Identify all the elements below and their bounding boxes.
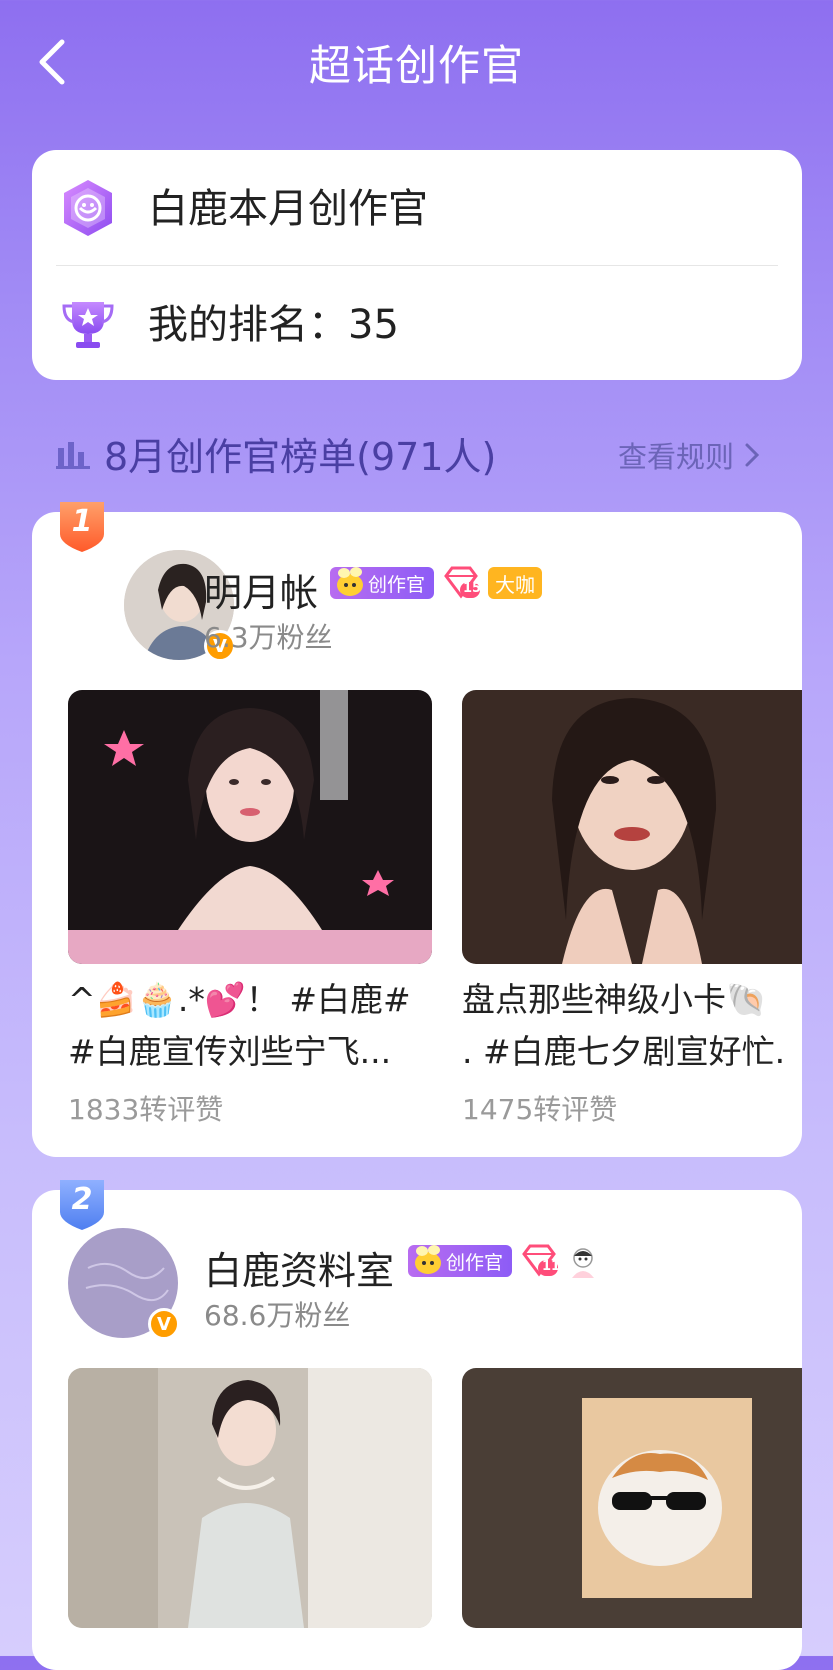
bee-creator-icon (337, 567, 363, 596)
ranking-card[interactable]: V 明月帐 创作官 15 大咖 6.3万粉丝 ^🍰🧁.*💕！ #白鹿# #白鹿宣… (32, 512, 802, 1157)
post-thumbnail[interactable] (68, 1368, 432, 1628)
mascot-badge-icon (566, 1244, 600, 1278)
creator-badge-icon (58, 178, 118, 238)
page-title: 超话创作官 (308, 41, 524, 90)
rank-label: 我的排名： (148, 302, 348, 348)
username[interactable]: 白鹿资料室 (204, 1240, 394, 1295)
post-thumbnail[interactable] (462, 1368, 802, 1628)
fans-count: 6.3万粉丝 (204, 621, 333, 654)
list-title: 8月创作官榜单(971人) (104, 435, 497, 479)
post-thumbnail[interactable] (462, 690, 802, 964)
creator-tag: 创作官 (330, 567, 434, 599)
user-tags: 创作官 11 (408, 1244, 600, 1278)
divider (56, 265, 778, 266)
diamond-level-icon: 15 (442, 566, 481, 600)
summary-card: 白鹿本月创作官 我的排名：35 (32, 150, 802, 380)
trophy-icon (58, 294, 118, 354)
diamond-level-icon: 11 (520, 1244, 560, 1278)
chevron-right-icon (745, 443, 760, 467)
summary-title: 白鹿本月创作官 (148, 186, 428, 232)
post-caption[interactable]: ^🍰🧁.*💕！ #白鹿# #白鹿宣传刘些宁飞... (68, 974, 438, 1078)
user-tags: 创作官 15 大咖 (330, 566, 542, 600)
creator-tag: 创作官 (408, 1245, 512, 1277)
bar-chart-icon (56, 438, 90, 470)
rank-badge: 2 (56, 1176, 108, 1232)
ranking-card[interactable]: V 白鹿资料室 创作官 11 68.6万粉丝 (32, 1190, 802, 1670)
fans-count: 68.6万粉丝 (204, 1299, 351, 1332)
verified-v-icon: V (148, 1308, 180, 1340)
view-rules-link[interactable]: 查看规则 (618, 434, 760, 476)
rank-value: 35 (348, 302, 399, 348)
avatar[interactable]: V (68, 1228, 180, 1340)
post-stats: 1475转评赞 (462, 1093, 618, 1126)
username[interactable]: 明月帐 (204, 562, 318, 617)
view-rules-label: 查看规则 (618, 440, 735, 474)
post-thumbnail[interactable] (68, 690, 432, 964)
vip-tag: 大咖 (488, 567, 542, 599)
post-caption[interactable]: 盘点那些神级小卡🐚 . #白鹿七夕剧宣好忙. (462, 974, 802, 1078)
my-rank: 我的排名：35 (148, 292, 399, 350)
rank-badge: 1 (56, 498, 108, 554)
bee-creator-icon (415, 1245, 441, 1274)
post-stats: 1833转评赞 (68, 1093, 224, 1126)
